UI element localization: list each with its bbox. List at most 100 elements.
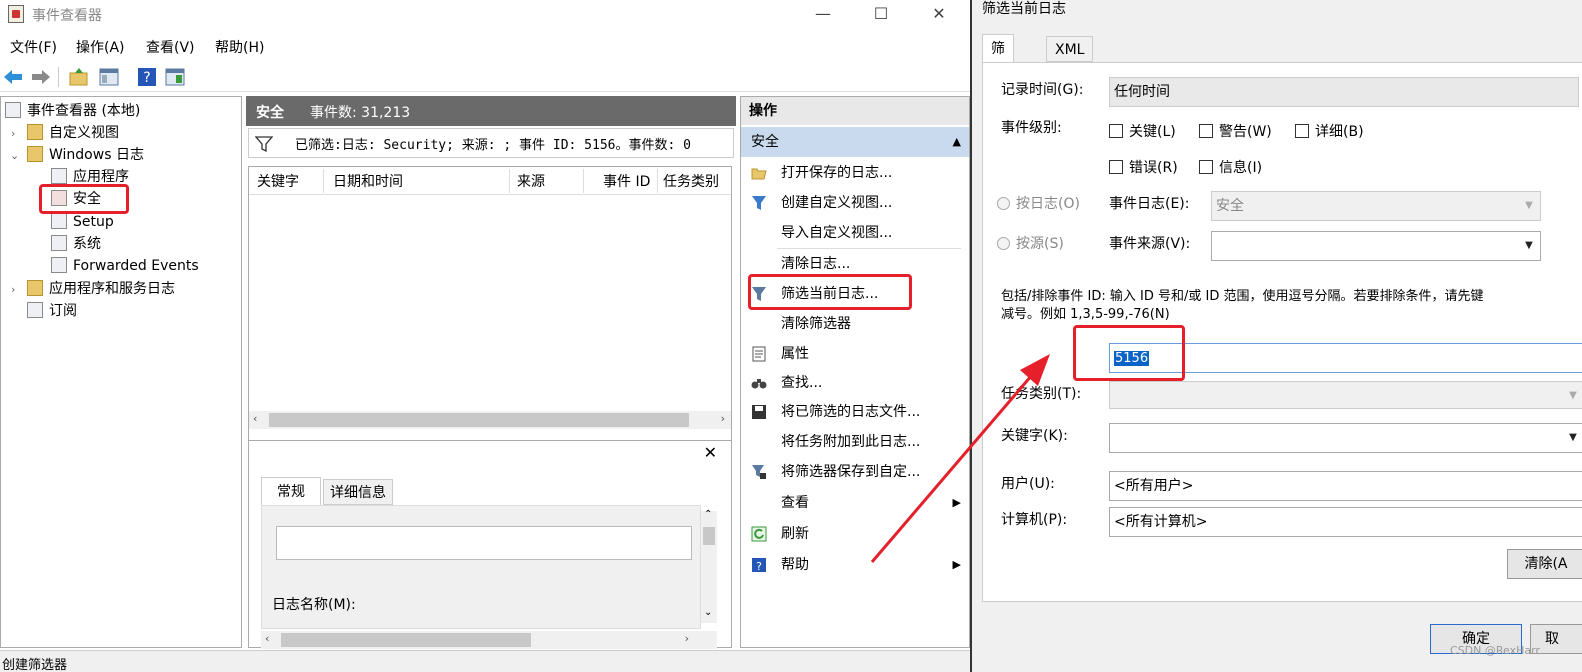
- subscription-icon: [27, 302, 43, 318]
- log-header: 安全 事件数: 31,213: [246, 96, 736, 126]
- dropdown-arrow-icon[interactable]: ▼: [1564, 385, 1582, 407]
- help-icon[interactable]: ?: [136, 66, 158, 88]
- menu-help[interactable]: 帮助(H): [215, 37, 264, 57]
- tab-filter[interactable]: 筛选器: [982, 34, 1014, 113]
- help-icon: ?: [752, 558, 766, 573]
- tab-details[interactable]: 详细信息: [323, 479, 393, 505]
- column-divider[interactable]: [657, 169, 658, 193]
- radio-by-log[interactable]: 按日志(O): [997, 193, 1080, 213]
- checkbox-critical[interactable]: 关键(L): [1109, 121, 1176, 141]
- chevron-down-icon[interactable]: ⌄: [10, 149, 19, 162]
- column-source[interactable]: 来源: [517, 171, 545, 191]
- scroll-down-icon[interactable]: ⌄: [704, 607, 712, 618]
- tree-app-service-logs[interactable]: 应用程序和服务日志: [27, 278, 175, 300]
- event-list-hscrollbar[interactable]: ‹ ›: [249, 411, 731, 429]
- event-sources-select[interactable]: ▼: [1211, 231, 1541, 261]
- checkbox-label: 详细(B): [1315, 124, 1364, 140]
- detail-description-box[interactable]: [276, 526, 692, 560]
- chevron-right-icon[interactable]: ›: [11, 127, 15, 140]
- watermark: CSDN @RexHarr: [1450, 644, 1540, 657]
- tree-custom-views[interactable]: 自定义视图: [27, 122, 119, 144]
- tree-windows-logs-label: Windows 日志: [49, 147, 144, 163]
- column-divider[interactable]: [509, 169, 510, 193]
- actions-section-security[interactable]: 安全 ▲: [741, 127, 969, 157]
- radio-by-source[interactable]: 按源(S): [997, 233, 1064, 253]
- action-pane-icon[interactable]: [164, 66, 186, 88]
- tree-setup[interactable]: Setup: [51, 211, 114, 233]
- chevron-right-icon[interactable]: ›: [11, 283, 15, 296]
- checkbox-warning[interactable]: 警告(W): [1199, 121, 1272, 141]
- keywords-select[interactable]: ▼: [1109, 423, 1582, 453]
- tree-forwarded-events[interactable]: Forwarded Events: [51, 255, 199, 277]
- checkbox-error[interactable]: 错误(R): [1109, 157, 1178, 177]
- menu-file[interactable]: 文件(F): [10, 37, 57, 57]
- dropdown-arrow-icon[interactable]: ▼: [1564, 427, 1582, 449]
- checkbox-box[interactable]: [1295, 124, 1309, 138]
- log-icon: [51, 168, 67, 184]
- checkbox-information[interactable]: 信息(I): [1199, 157, 1262, 177]
- column-divider[interactable]: [583, 169, 584, 193]
- close-button[interactable]: ✕: [916, 2, 962, 26]
- scroll-thumb[interactable]: [703, 527, 715, 545]
- action-open-saved-log[interactable]: 打开保存的日志...: [741, 158, 969, 188]
- column-keywords[interactable]: 关键字: [257, 171, 299, 191]
- arrow-right-icon[interactable]: [30, 66, 52, 88]
- toolbar-separator: [58, 67, 59, 87]
- scroll-thumb[interactable]: [269, 413, 689, 427]
- scroll-left-icon[interactable]: ‹: [265, 632, 269, 645]
- action-label: 导入自定义视图...: [781, 225, 893, 241]
- menu-action[interactable]: 操作(A): [76, 37, 125, 57]
- scroll-right-icon[interactable]: ›: [685, 632, 689, 645]
- column-event-id[interactable]: 事件 ID: [603, 171, 650, 191]
- title-bar: 事件查看器 — ☐ ✕: [0, 0, 975, 30]
- detail-hscrollbar[interactable]: ‹ ›: [261, 631, 717, 649]
- scroll-up-icon[interactable]: ⌃: [704, 509, 712, 520]
- radio-button[interactable]: [997, 196, 1010, 210]
- checkbox-verbose[interactable]: 详细(B): [1295, 121, 1364, 141]
- tab-general[interactable]: 常规: [261, 477, 321, 505]
- console-tree-icon[interactable]: [98, 66, 120, 88]
- clear-button[interactable]: 清除(A: [1507, 549, 1582, 579]
- action-create-custom-view[interactable]: 创建自定义视图...: [741, 188, 969, 218]
- action-import-custom-view[interactable]: 导入自定义视图...: [741, 218, 969, 248]
- task-category-select[interactable]: ▼: [1109, 381, 1582, 409]
- checkbox-label: 警告(W): [1219, 124, 1272, 140]
- filter-info-text: 已筛选:日志: Security; 来源: ; 事件 ID: 5156。事件数:…: [295, 138, 691, 153]
- tree-root[interactable]: 事件查看器 (本地): [5, 100, 140, 122]
- tab-xml[interactable]: XML: [1046, 36, 1094, 62]
- action-label: 创建自定义视图...: [781, 195, 893, 211]
- highlight-box-security: [39, 184, 129, 214]
- column-datetime[interactable]: 日期和时间: [333, 171, 403, 191]
- scroll-left-icon[interactable]: ‹: [253, 412, 257, 425]
- scroll-right-icon[interactable]: ›: [721, 412, 725, 425]
- tree-windows-logs[interactable]: Windows 日志: [27, 144, 144, 166]
- detail-close-icon[interactable]: ✕: [704, 443, 717, 462]
- folder-up-icon[interactable]: [68, 66, 90, 88]
- column-task-category[interactable]: 任务类别: [663, 171, 719, 191]
- checkbox-box[interactable]: [1199, 124, 1213, 138]
- arrow-left-icon[interactable]: [2, 66, 24, 88]
- logged-select[interactable]: 任何时间: [1109, 77, 1579, 107]
- user-input[interactable]: <所有用户>: [1109, 471, 1582, 501]
- computer-input[interactable]: <所有计算机>: [1109, 507, 1582, 537]
- scroll-thumb[interactable]: [281, 633, 531, 647]
- radio-button[interactable]: [997, 236, 1010, 250]
- minimize-button[interactable]: —: [800, 2, 846, 26]
- tree-subscriptions-label: 订阅: [49, 303, 77, 319]
- dropdown-arrow-icon[interactable]: ▼: [1520, 195, 1538, 217]
- tree-subscriptions[interactable]: 订阅: [27, 300, 77, 322]
- log-icon: [51, 257, 67, 273]
- detail-vscrollbar[interactable]: ⌃ ⌄: [701, 509, 717, 623]
- actions-section-label: 安全: [751, 134, 779, 150]
- checkbox-box[interactable]: [1109, 124, 1123, 138]
- checkbox-box[interactable]: [1109, 160, 1123, 174]
- menu-view[interactable]: 查看(V): [146, 37, 195, 57]
- dropdown-arrow-icon[interactable]: ▼: [1520, 235, 1538, 257]
- checkbox-box[interactable]: [1199, 160, 1213, 174]
- event-logs-value: 安全: [1216, 198, 1244, 214]
- collapse-up-icon[interactable]: ▲: [953, 127, 961, 157]
- tree-system[interactable]: 系统: [51, 233, 101, 255]
- column-divider[interactable]: [323, 169, 324, 193]
- maximize-button[interactable]: ☐: [858, 2, 904, 26]
- event-logs-select[interactable]: 安全 ▼: [1211, 191, 1541, 221]
